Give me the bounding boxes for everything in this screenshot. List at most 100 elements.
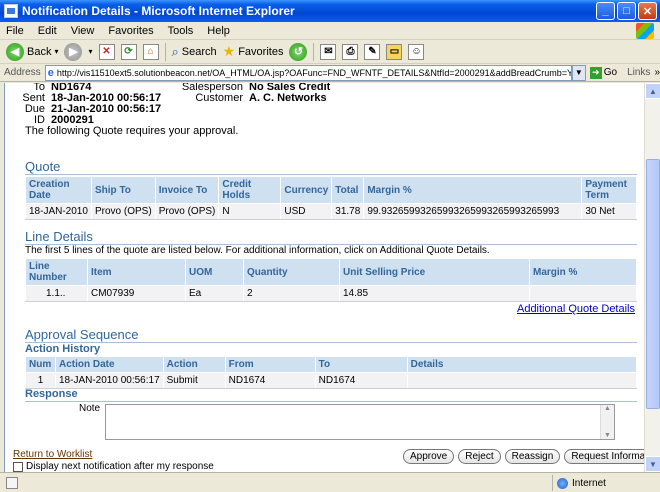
- back-dropdown-icon[interactable]: ▾: [54, 47, 58, 56]
- section-divider: [25, 342, 637, 343]
- menu-file[interactable]: File: [6, 25, 24, 37]
- go-label: Go: [603, 67, 618, 78]
- page-status-icon: [6, 476, 18, 489]
- return-to-worklist-link[interactable]: Return to Worklist: [13, 449, 92, 460]
- menu-help[interactable]: Help: [207, 25, 230, 37]
- title-bar: Notification Details - Microsoft Interne…: [0, 0, 660, 22]
- col-from: From: [224, 356, 316, 373]
- favorites-star-icon: ★: [222, 43, 236, 59]
- home-icon[interactable]: ⌂: [142, 43, 159, 60]
- table-header-row: Creation Date Ship To Invoice To Credit …: [25, 176, 637, 204]
- note-textarea[interactable]: [105, 404, 615, 440]
- favorites-button[interactable]: ★ Favorites: [223, 43, 284, 60]
- back-arrow-icon: ◀: [6, 42, 24, 61]
- toolbar-separator: [164, 42, 166, 61]
- forward-dropdown-icon[interactable]: ▾: [88, 47, 92, 56]
- approval-message: The following Quote requires your approv…: [25, 125, 239, 137]
- response-title: Response: [25, 388, 78, 400]
- action-history-title: Action History: [25, 343, 101, 355]
- address-bar: Address e http://vis11510ext5.solutionbe…: [0, 64, 660, 82]
- links-toolbar[interactable]: Links: [627, 67, 650, 78]
- back-button[interactable]: ◀ Back ▾: [6, 42, 58, 61]
- col-creation-date: Creation Date: [25, 176, 92, 204]
- status-bar: Internet: [0, 472, 660, 492]
- col-to: To: [314, 356, 408, 373]
- table-header-row: Line Number Item UOM Quantity Unit Selli…: [25, 258, 637, 286]
- history-icon[interactable]: ↺: [289, 42, 308, 61]
- minimize-button[interactable]: _: [596, 2, 615, 20]
- quote-section-title: Quote: [25, 159, 61, 174]
- scroll-up-icon[interactable]: ▲: [604, 405, 611, 412]
- response-buttons: Approve Reject Reassign Request Informat…: [403, 449, 644, 464]
- back-label: Back: [27, 45, 52, 58]
- address-input[interactable]: e http://vis11510ext5.solutionbeacon.net…: [44, 64, 572, 81]
- col-total: Total: [331, 176, 365, 204]
- col-currency: Currency: [280, 176, 333, 204]
- folder-icon[interactable]: ▭: [386, 43, 403, 60]
- menu-view[interactable]: View: [71, 25, 95, 37]
- scroll-down-icon[interactable]: ▼: [645, 456, 660, 472]
- forward-button[interactable]: ▶: [64, 42, 83, 61]
- reject-button[interactable]: Reject: [458, 449, 501, 464]
- reassign-button[interactable]: Reassign: [504, 449, 561, 464]
- col-line-margin: Margin %: [529, 258, 637, 286]
- action-history-table: Num Action Date Action From To Details 1…: [25, 356, 638, 389]
- request-information-button[interactable]: Request Information: [564, 449, 644, 464]
- approval-sequence-title: Approval Sequence: [25, 327, 139, 342]
- maximize-button[interactable]: □: [617, 2, 636, 20]
- line-details-note: The first 5 lines of the quote are liste…: [25, 245, 490, 256]
- print-icon[interactable]: ⎙: [342, 43, 359, 60]
- display-next-checkbox[interactable]: [13, 461, 23, 472]
- scroll-down-icon[interactable]: ▼: [604, 432, 611, 439]
- menu-bar: File Edit View Favorites Tools Help: [0, 22, 660, 40]
- page-content: To ND1674 Sent 18-Jan-2010 00:56:17 Due 21-…: [4, 83, 644, 472]
- edit-icon[interactable]: ✎: [364, 43, 381, 60]
- search-button[interactable]: ⌕ Search: [172, 44, 217, 60]
- mail-icon[interactable]: ✉: [320, 43, 337, 60]
- col-quantity: Quantity: [243, 258, 340, 286]
- additional-quote-details-link[interactable]: Additional Quote Details: [517, 303, 635, 315]
- line-details-table: Line Number Item UOM Quantity Unit Selli…: [25, 258, 637, 302]
- go-arrow-icon: ➜: [589, 66, 602, 79]
- approve-button[interactable]: Approve: [403, 449, 455, 464]
- menu-tools[interactable]: Tools: [168, 25, 194, 37]
- close-button[interactable]: ✕: [638, 2, 657, 20]
- messenger-icon[interactable]: ☺: [408, 43, 425, 60]
- window-title: Notification Details - Microsoft Interne…: [22, 4, 295, 18]
- scroll-up-icon[interactable]: ▲: [645, 83, 660, 99]
- chevron-right-icon[interactable]: »: [654, 67, 660, 78]
- zone-label: Internet: [572, 477, 606, 489]
- vertical-scrollbar[interactable]: ▲ ▼: [644, 83, 660, 472]
- menu-favorites[interactable]: Favorites: [108, 25, 153, 37]
- toolbar-separator: [313, 42, 315, 61]
- display-next-label: Display next notification after my respo…: [26, 461, 214, 472]
- col-credit-holds: Credit Holds: [218, 176, 282, 204]
- scrollbar-thumb[interactable]: [646, 159, 660, 409]
- note-label: Note: [79, 403, 101, 414]
- col-num: Num: [25, 356, 56, 373]
- search-label: Search: [181, 45, 217, 58]
- customer-row: Customer A. C. Networks: [195, 92, 327, 104]
- display-next-notification: Display next notification after my respo…: [13, 461, 214, 472]
- table-header-row: Num Action Date Action From To Details: [25, 356, 638, 373]
- search-icon: ⌕: [171, 43, 179, 59]
- go-button[interactable]: ➜ Go: [589, 66, 618, 79]
- note-scrollbar[interactable]: ▲ ▼: [600, 405, 614, 439]
- table-row: 1.1.. CM07939 Ea 2 14.85: [25, 285, 637, 302]
- address-url: http://vis11510ext5.solutionbeacon.net/O…: [56, 67, 572, 78]
- col-item: Item: [87, 258, 186, 286]
- table-row: 1 18-JAN-2010 00:56:17 Submit ND1674 ND1…: [25, 372, 638, 389]
- quote-table: Creation Date Ship To Invoice To Credit …: [25, 176, 637, 220]
- col-line-number: Line Number: [25, 258, 88, 286]
- menu-edit[interactable]: Edit: [38, 25, 57, 37]
- col-invoice-to: Invoice To: [154, 176, 220, 204]
- col-action-date: Action Date: [55, 356, 164, 373]
- security-zone: Internet: [552, 475, 606, 491]
- refresh-icon[interactable]: ⟳: [120, 43, 137, 60]
- address-dropdown-icon[interactable]: ▼: [571, 64, 586, 81]
- ie-page-icon: e: [47, 66, 54, 79]
- stop-icon[interactable]: ✕: [98, 43, 115, 60]
- col-details: Details: [406, 356, 638, 373]
- col-action: Action: [162, 356, 226, 373]
- section-divider: [25, 174, 637, 175]
